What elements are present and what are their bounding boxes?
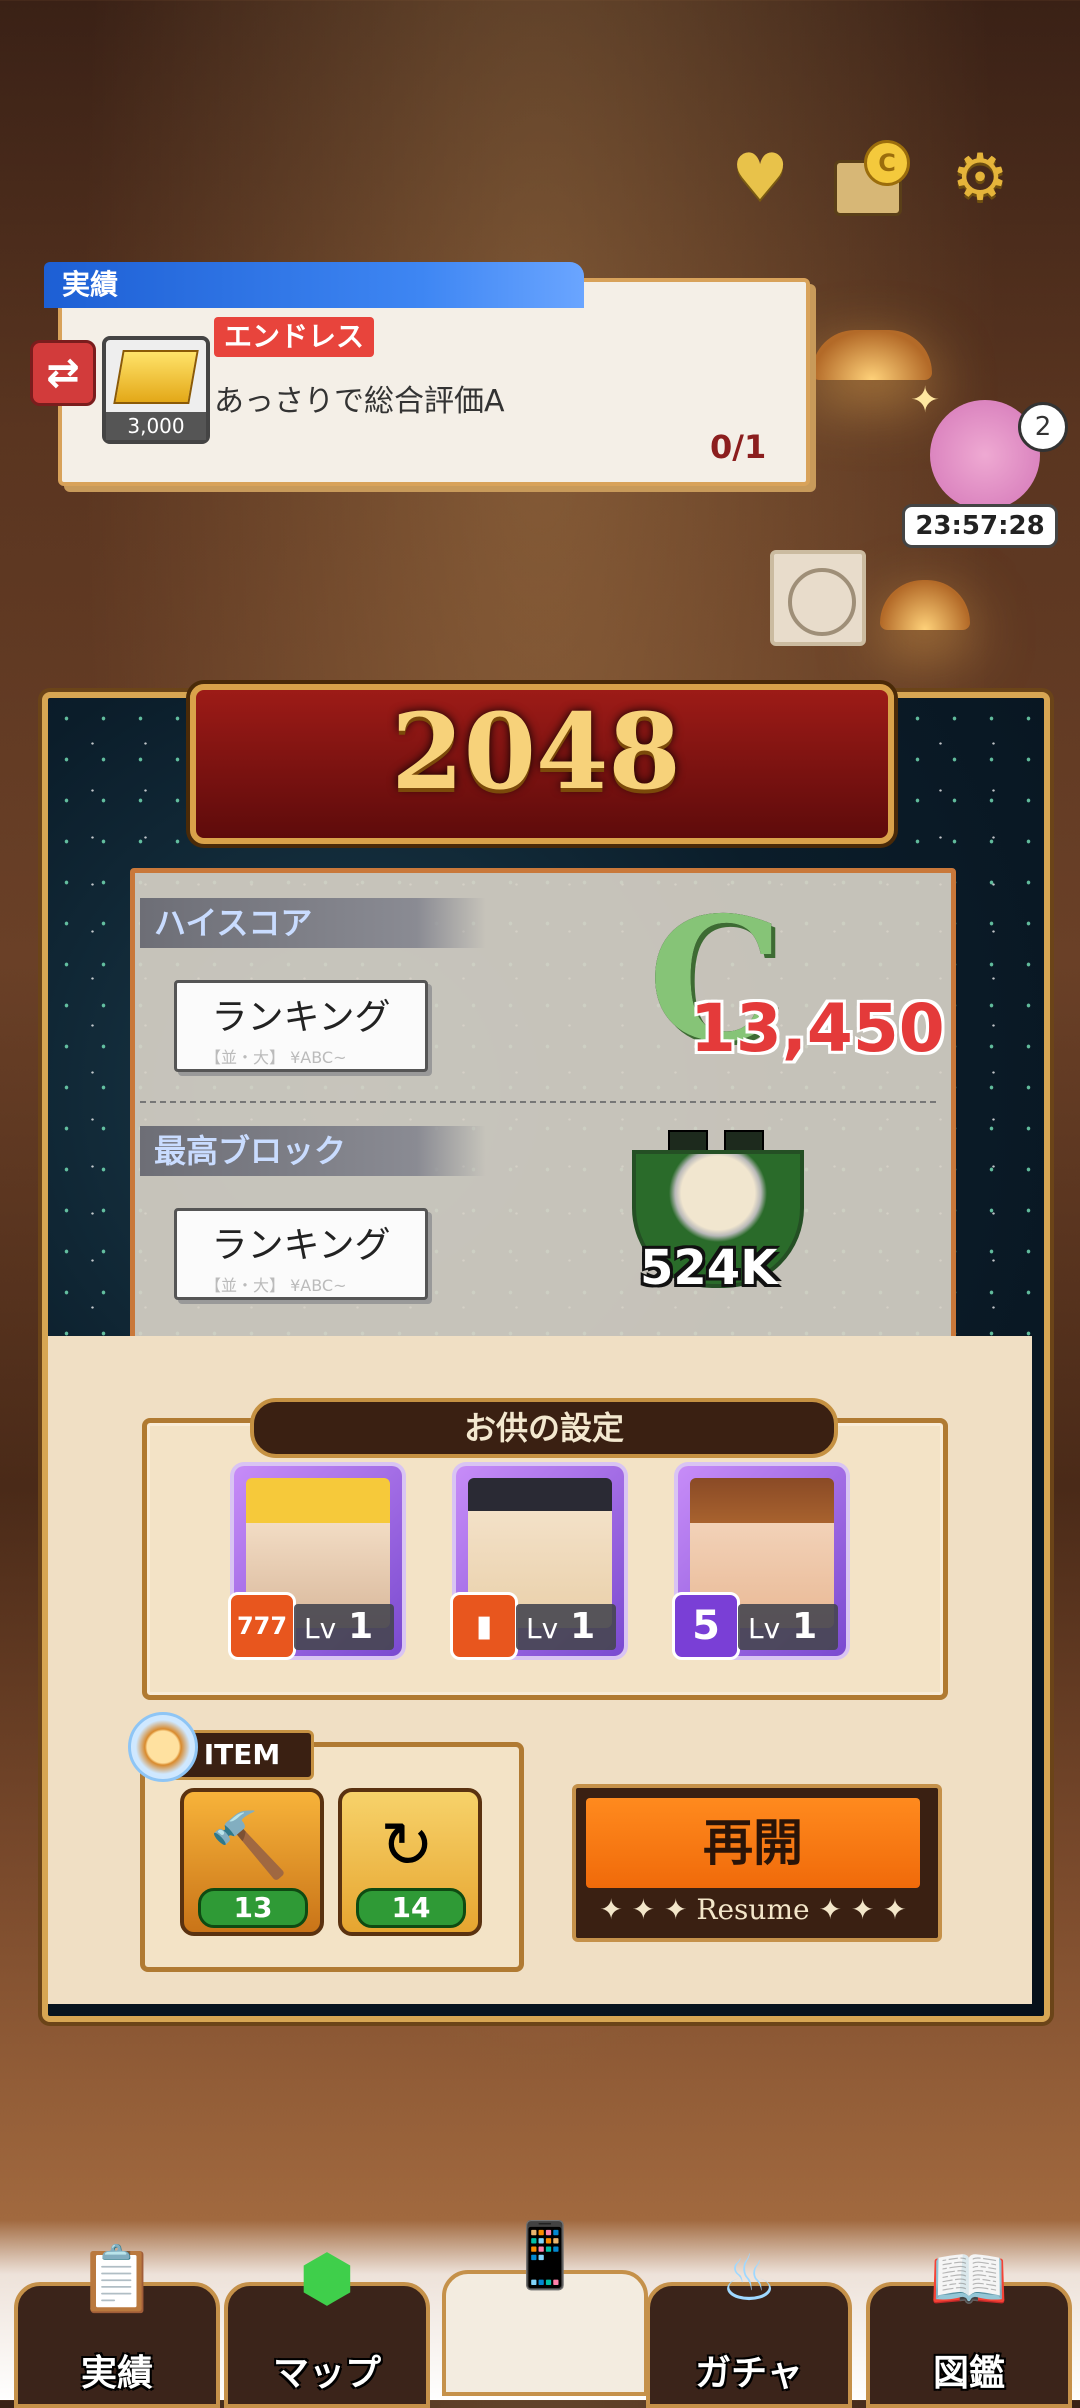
reward-count: 3,000 [106, 412, 206, 440]
item-count: 14 [356, 1888, 466, 1928]
divider [140, 1101, 936, 1103]
high-score: 13,450 [690, 990, 945, 1067]
max-block-ranking-label: ランキング [211, 1225, 391, 1266]
companion-card[interactable]: 5 Lv 1 [672, 1466, 846, 1660]
level-value: 1 [348, 1606, 374, 1647]
ceiling-lamp [880, 580, 970, 630]
ramen-icon [128, 1712, 198, 1782]
skill-777-icon: 777 [228, 1592, 296, 1660]
gear-icon[interactable]: ⚙ [940, 138, 1020, 218]
mode-select-icon: 📱 [505, 2219, 585, 2293]
reward-icon: 3,000 [102, 336, 210, 444]
resume-sub-label: ✦ ✦ ✦ Resume ✦ ✦ ✦ [599, 1893, 907, 1926]
sparkle-icon: ✦ [910, 380, 941, 421]
companion-card[interactable]: ▮ Lv 1 [450, 1466, 624, 1660]
companion-level: Lv 1 [516, 1604, 616, 1650]
item-swap-bowl[interactable]: ↻ 14 [338, 1788, 482, 1936]
ceiling-lamp [812, 330, 932, 380]
companion-card[interactable]: 777 Lv 1 [228, 1466, 402, 1660]
nav-tab-encyclopedia[interactable]: 📖 図鑑 [866, 2243, 1072, 2408]
notification-badge: 2 [1018, 402, 1068, 452]
clipboard-icon: 📋 [77, 2243, 157, 2317]
highscore-ranking-label: ランキング [211, 997, 391, 1038]
nav-tab-mode-select[interactable]: 📱 [442, 2219, 648, 2396]
ranking-subtext: 【並・大】 ¥ABC~ [205, 1276, 347, 1295]
level-label: Lv [304, 1612, 337, 1645]
gold-bars-icon [113, 350, 199, 404]
nav-label: 実績 [80, 2353, 153, 2394]
wall-fan [770, 550, 866, 646]
achievement-progress: 0/1 [710, 428, 767, 466]
heart-icon[interactable]: ♥ [720, 138, 800, 218]
level-label: Lv [526, 1612, 559, 1645]
gacha-icon: ♨ [720, 2242, 778, 2316]
item-hammer[interactable]: 🔨 13 [180, 1788, 324, 1936]
level-label: Lv [748, 1612, 781, 1645]
nav-tab-achievements[interactable]: 📋 実績 [14, 2243, 220, 2408]
max-block-label: 最高ブロック [140, 1126, 486, 1176]
level-value: 1 [570, 1606, 596, 1647]
swap-bowl-icon: ↻ [380, 1809, 434, 1883]
book-icon: 📖 [929, 2243, 1009, 2317]
nav-label: 図鑑 [932, 2353, 1005, 2394]
highscore-ranking-button[interactable]: ランキング 【並・大】 ¥ABC~ [174, 980, 428, 1072]
resume-button[interactable]: 再開 ✦ ✦ ✦ Resume ✦ ✦ ✦ [572, 1784, 942, 1942]
resume-label: 再開 [586, 1798, 920, 1888]
nav-label: ガチャ [695, 2353, 803, 2394]
endless-badge: エンドレス [214, 317, 375, 357]
companion-level: Lv 1 [294, 1604, 394, 1650]
event-timer: 23:57:28 [902, 504, 1058, 548]
coin-icon: C [864, 140, 910, 186]
skill-5-icon: 5 [672, 1592, 740, 1660]
max-block-value: 524K [640, 1240, 778, 1296]
nav-tab-gacha[interactable]: ♨ ガチャ [646, 2242, 852, 2408]
max-block-ranking-button[interactable]: ランキング 【並・大】 ¥ABC~ [174, 1208, 428, 1300]
achievement-tab-label: 実績 [44, 262, 584, 308]
map-gem-icon: ⬢ [299, 2242, 355, 2316]
nav-label: マップ [272, 2353, 381, 2394]
item-count: 13 [198, 1888, 308, 1928]
highscore-label: ハイスコア [140, 898, 486, 948]
ranking-subtext: 【並・大】 ¥ABC~ [205, 1048, 347, 1067]
game-title: 2048 [391, 690, 681, 813]
nav-tab-map[interactable]: ⬢ マップ [224, 2242, 430, 2408]
shop-icon[interactable]: C [828, 140, 910, 220]
party-title: お供の設定 [250, 1398, 838, 1458]
skill-card-icon: ▮ [450, 1592, 518, 1660]
hammer-icon: 🔨 [209, 1809, 289, 1883]
swap-icon[interactable]: ⇄ [30, 340, 96, 406]
companion-level: Lv 1 [738, 1604, 838, 1650]
level-value: 1 [792, 1606, 818, 1647]
achievement-description: あっさりで総合評価A [214, 384, 505, 419]
